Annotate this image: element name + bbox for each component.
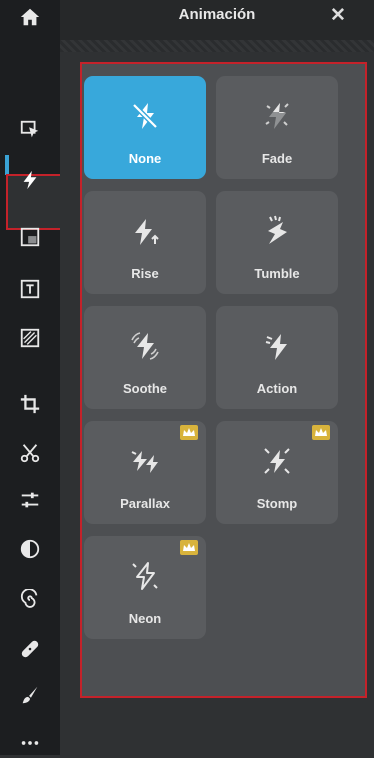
adjust-sliders-icon[interactable]	[15, 485, 45, 515]
animation-label: None	[128, 151, 162, 166]
premium-crown-icon	[312, 425, 330, 440]
animation-label: Parallax	[120, 496, 170, 511]
animation-label: Tumble	[254, 266, 300, 281]
rise-bolt-icon	[84, 213, 206, 253]
animation-label: Action	[256, 381, 298, 396]
animation-none-option[interactable]: None	[84, 76, 206, 179]
select-cursor-icon[interactable]	[15, 115, 45, 145]
animation-label: Fade	[261, 151, 293, 166]
animation-parallax-option[interactable]: Parallax	[84, 421, 206, 524]
premium-crown-icon	[180, 425, 198, 440]
animation-rise-option[interactable]: Rise	[84, 191, 206, 294]
neon-bolt-icon	[84, 558, 206, 598]
animation-stomp-option[interactable]: Stomp	[216, 421, 338, 524]
header-divider	[60, 40, 374, 52]
stomp-bolt-icon	[216, 443, 338, 483]
close-button[interactable]: ✕	[330, 4, 346, 27]
panel-title: Animación	[178, 6, 256, 23]
more-icon[interactable]	[15, 728, 45, 758]
animation-label: Rise	[131, 266, 159, 281]
animation-neon-option[interactable]: Neon	[84, 536, 206, 639]
tumble-bolt-icon	[216, 213, 338, 253]
panel-header: Animación	[60, 0, 374, 40]
fade-bolt-icon	[216, 98, 338, 138]
animation-label: Soothe	[122, 381, 168, 396]
scissors-icon[interactable]	[15, 438, 45, 468]
brush-icon[interactable]	[15, 680, 45, 710]
animation-grid: None Fade Rise Tumble Soothe Action Para…	[80, 62, 367, 698]
animation-label: Neon	[128, 611, 162, 626]
text-box-icon[interactable]	[15, 274, 45, 304]
tool-rail	[0, 0, 67, 758]
animation-bolt-icon[interactable]	[15, 165, 45, 195]
action-bolt-icon	[216, 328, 338, 368]
active-indicator	[5, 155, 9, 175]
animation-label: Stomp	[256, 496, 298, 511]
pattern-icon[interactable]	[15, 323, 45, 353]
parallax-bolt-icon	[84, 443, 206, 483]
none-bolt-icon	[84, 98, 206, 138]
soothe-bolt-icon	[84, 328, 206, 368]
home-icon[interactable]	[15, 2, 45, 32]
spiral-icon[interactable]	[15, 585, 45, 615]
bandage-icon[interactable]	[15, 634, 45, 664]
premium-crown-icon	[180, 540, 198, 555]
texture-icon[interactable]	[15, 222, 45, 252]
crop-icon[interactable]	[15, 389, 45, 419]
animation-tumble-option[interactable]: Tumble	[216, 191, 338, 294]
contrast-icon[interactable]	[15, 534, 45, 564]
animation-fade-option[interactable]: Fade	[216, 76, 338, 179]
animation-action-option[interactable]: Action	[216, 306, 338, 409]
animation-soothe-option[interactable]: Soothe	[84, 306, 206, 409]
